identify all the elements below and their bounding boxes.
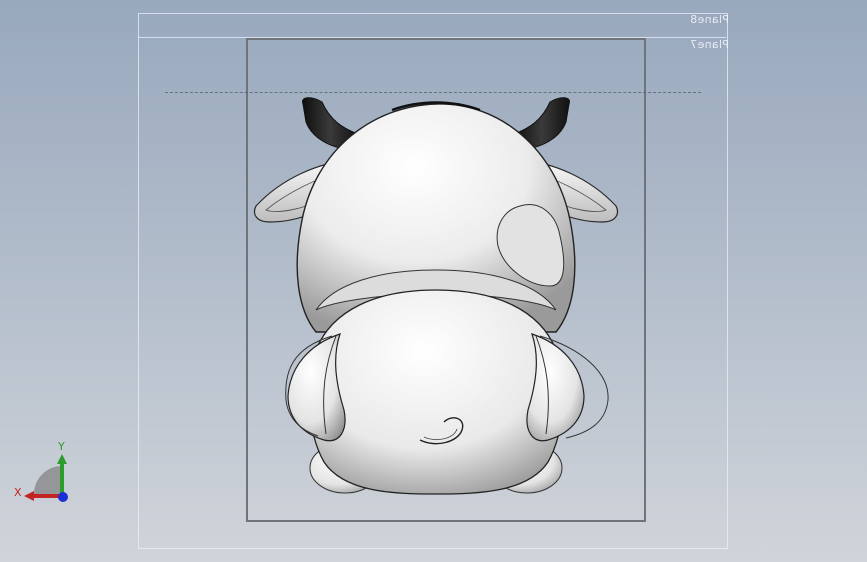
coordinate-triad: Y X [14,440,74,510]
right-front-leg [526,333,585,442]
triad-y-label: Y [58,440,65,453]
body [308,289,564,495]
left-front-leg [287,333,346,442]
triad-x-label: X [14,486,22,499]
triad-axes-icon [24,454,68,502]
cow-model[interactable] [0,0,867,562]
graphics-viewport[interactable]: Plane8 Plane7 Y X [0,0,867,562]
